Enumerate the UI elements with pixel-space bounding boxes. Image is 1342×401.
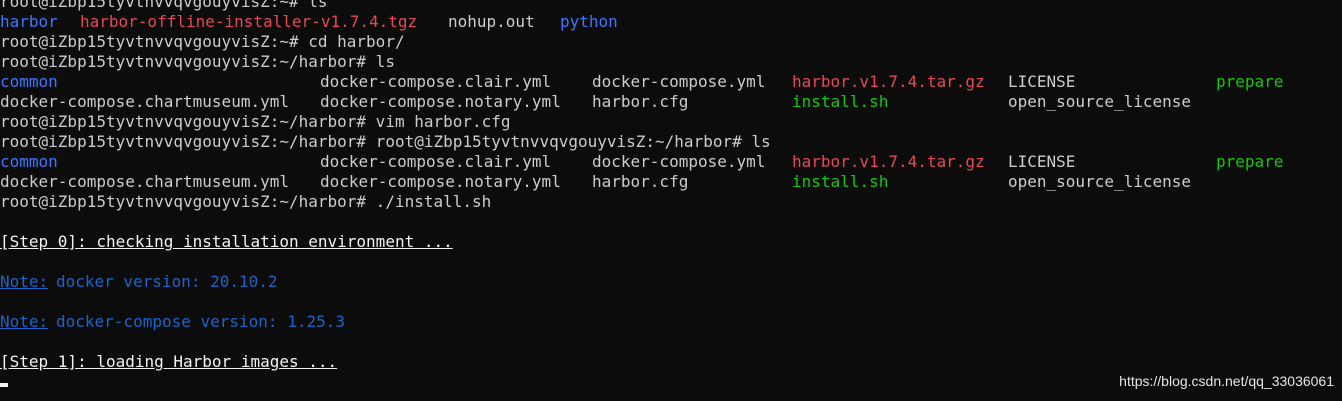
terminal-text: docker-compose.notary.yml [320,92,561,111]
terminal-text: LICENSE [1008,72,1076,91]
terminal-text: docker-compose.yml [592,72,766,91]
terminal-text: harbor-offline-installer-v1.7.4.tgz [80,12,418,31]
terminal-text: docker-compose.yml [592,152,766,171]
terminal-line: common docker-compose.clair.yml docker-com… [0,72,1342,92]
terminal-text: [Step 0]: checking installation environm… [0,232,453,251]
terminal-text: LICENSE [1008,152,1076,171]
terminal-text: install.sh [792,172,889,191]
terminal-text: python [560,12,618,31]
terminal-text: docker version: 20.10.2 [56,272,278,291]
terminal-line: root@iZbp15tyvtnvvqvgouyvisZ:~/harbor# l… [0,52,1342,72]
terminal-text: common [0,72,58,91]
terminal-line: Note: docker-compose version: 1.25.3 [0,312,1342,332]
terminal-text: docker-compose.chartmuseum.yml [0,92,289,111]
terminal-text: root@iZbp15tyvtnvvqvgouyvisZ:~/harbor# v… [0,112,511,131]
terminal-line: harbor harbor-offline-installer-v1.7.4.tg… [0,12,1342,32]
terminal-text: prepare [1216,72,1284,91]
terminal-line: root@iZbp15tyvtnvvqvgouyvisZ:~/harbor# .… [0,192,1342,212]
terminal-line: root@iZbp15tyvtnvvqvgouyvisZ:~# ls [0,0,1342,12]
terminal-text: root@iZbp15tyvtnvvqvgouyvisZ:~# cd harbo… [0,32,405,51]
terminal-text: harbor.cfg [592,92,689,111]
terminal-line: [Step 0]: checking installation environm… [0,232,1342,252]
terminal-text: docker-compose.clair.yml [320,152,552,171]
terminal-text: Note: [0,272,49,291]
terminal-text: [Step 1]: loading Harbor images ... [0,352,338,371]
terminal-line: root@iZbp15tyvtnvvqvgouyvisZ:~/harbor# r… [0,132,1342,152]
terminal-text: root@iZbp15tyvtnvvqvgouyvisZ:~/harbor# .… [0,192,492,211]
terminal-text: docker-compose.notary.yml [320,172,561,191]
terminal-line: docker-compose.chartmuseum.yml docker-com… [0,172,1342,192]
terminal-text: root@iZbp15tyvtnvvqvgouyvisZ:~/harbor# l… [0,52,395,71]
watermark: https://blog.csdn.net/qq_33036061 [1119,373,1334,389]
terminal-line: common docker-compose.clair.yml docker-com… [0,152,1342,172]
terminal-text: open_source_license [1008,92,1192,111]
terminal-line: [Step 1]: loading Harbor images ... [0,352,1342,372]
text-cursor [0,383,8,387]
terminal-text: prepare [1216,152,1284,171]
terminal-text: harbor.cfg [592,172,689,191]
terminal-text: Note: [0,312,49,331]
terminal-text: docker-compose.clair.yml [320,72,552,91]
terminal-text: harbor.v1.7.4.tar.gz [792,152,985,171]
terminal-text: docker-compose.chartmuseum.yml [0,172,289,191]
terminal-line: root@iZbp15tyvtnvvqvgouyvisZ:~/harbor# v… [0,112,1342,132]
terminal-text: common [0,152,58,171]
terminal-text: root@iZbp15tyvtnvvqvgouyvisZ:~# ls [0,0,328,11]
terminal-window[interactable]: { "colors": { "background": "#0c0c0c", "… [0,0,1342,401]
terminal-text: open_source_license [1008,172,1192,191]
terminal-text: nohup.out [448,12,535,31]
terminal-line: docker-compose.chartmuseum.yml docker-com… [0,92,1342,112]
terminal-text: harbor.v1.7.4.tar.gz [792,72,985,91]
terminal-line: root@iZbp15tyvtnvvqvgouyvisZ:~# cd harbo… [0,32,1342,52]
terminal-text: root@iZbp15tyvtnvvqvgouyvisZ:~/harbor# r… [0,132,771,151]
terminal-text: harbor [0,12,58,31]
terminal-line: Note: docker version: 20.10.2 [0,272,1342,292]
terminal-text: install.sh [792,92,889,111]
terminal-output: root@iZbp15tyvtnvvqvgouyvisZ:~# ls harbor… [0,0,1342,372]
terminal-text: docker-compose version: 1.25.3 [56,312,345,331]
